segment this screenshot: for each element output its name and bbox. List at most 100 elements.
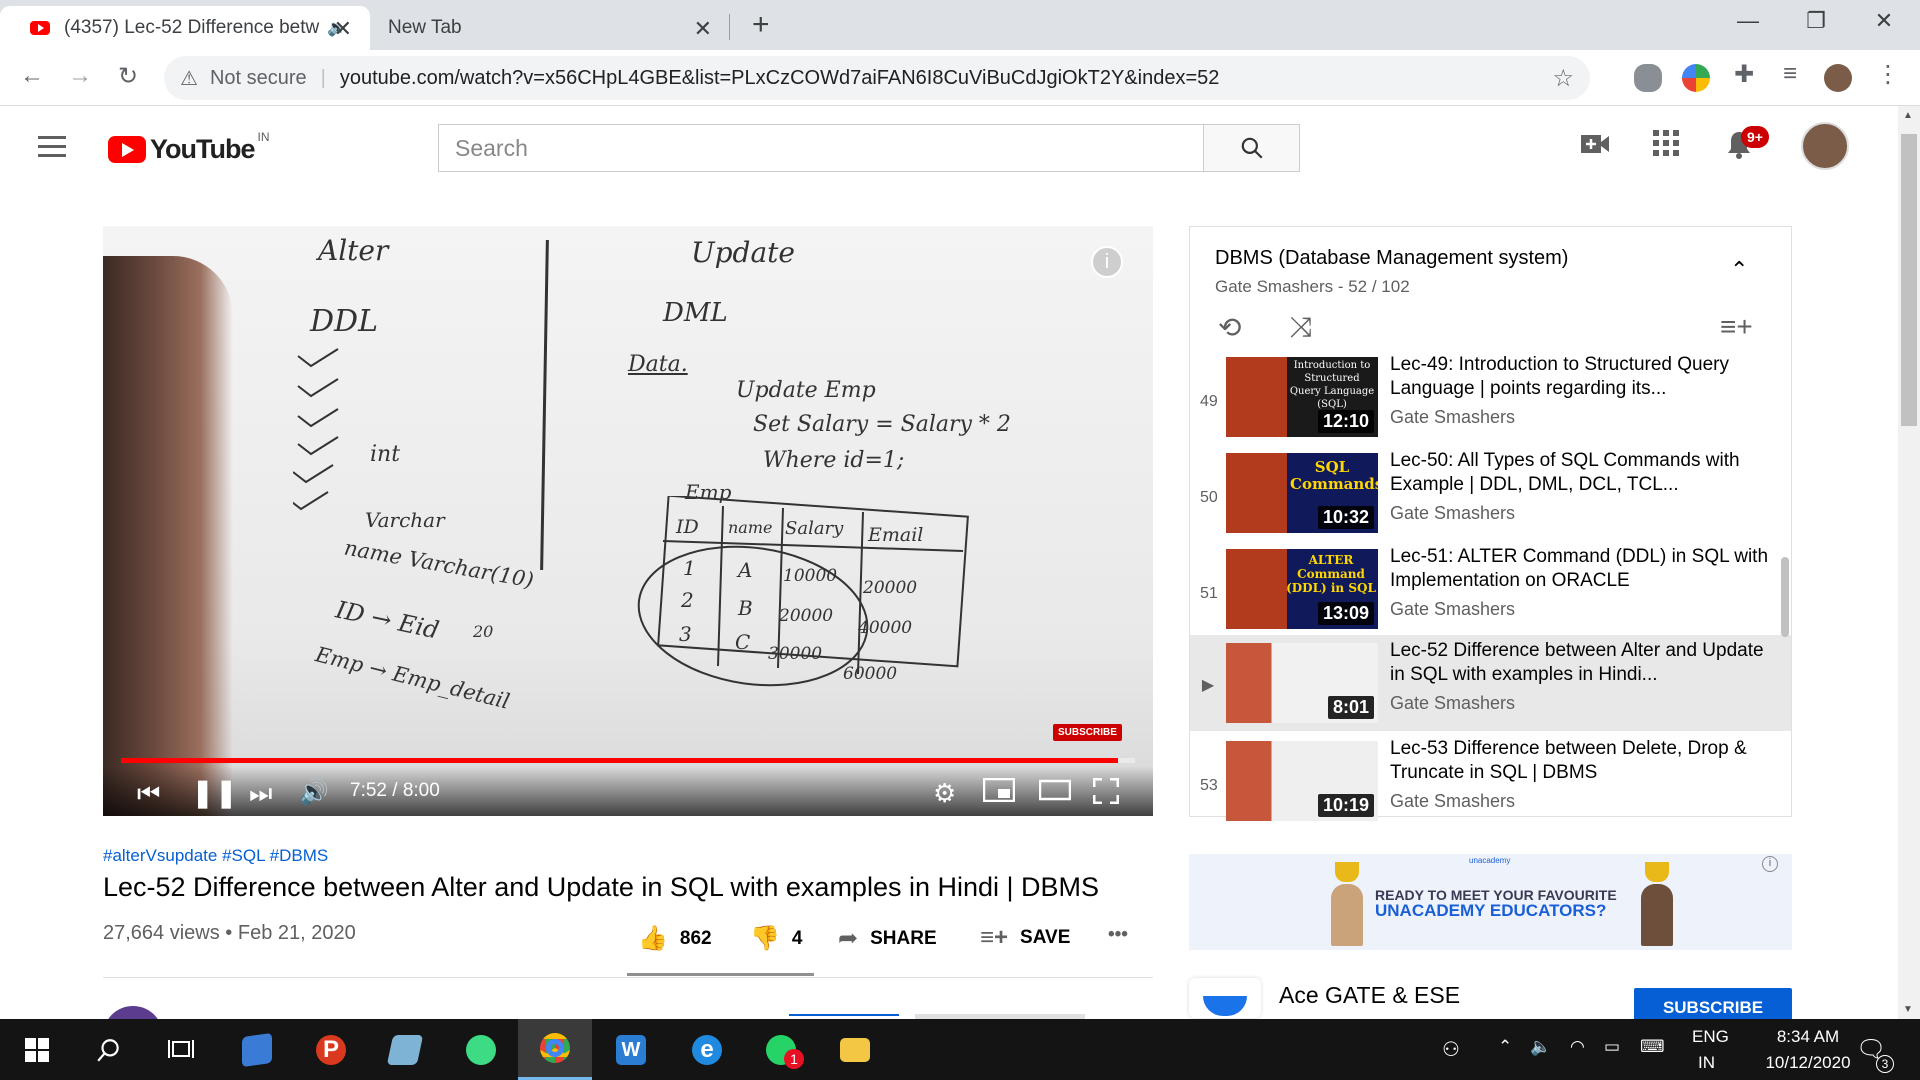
back-button[interactable]: ← [16,62,48,90]
speaker-icon[interactable]: 🔈 [1530,1037,1551,1057]
video-thumbnail[interactable]: 8:01 [1226,643,1378,723]
create-video-icon[interactable] [1580,130,1610,164]
clock-time[interactable]: 8:34 AM [1758,1027,1858,1047]
previous-video-icon[interactable]: ⏮ [137,778,160,810]
playlist-item[interactable]: 51 ALTER Command (DDL) in SQL 13:09 Lec-… [1190,546,1791,645]
youtube-logo[interactable]: YouTube IN [108,130,269,165]
channel-title[interactable]: Ace GATE & ESE [1279,982,1460,1009]
board-cell: A [738,558,753,582]
channel-avatar[interactable] [103,1006,163,1019]
playlist-add-icon[interactable]: ≡+ [1720,311,1753,343]
share-button[interactable]: ➦ SHARE [838,924,937,953]
task-view-icon[interactable] [144,1019,218,1080]
app-p-icon[interactable]: P [294,1019,368,1080]
video-info-icon[interactable]: i [1091,246,1123,278]
like-button[interactable]: 👍 862 [638,924,712,953]
scroll-down-arrow-icon[interactable]: ▼ [1903,1004,1913,1015]
new-tab-button[interactable]: + [752,8,770,42]
extension-globe-icon[interactable] [1682,64,1710,92]
extension-bug-icon[interactable] [1634,64,1662,92]
show-hidden-icons-chevron-icon[interactable]: ⌃ [1498,1037,1512,1057]
loop-playlist-icon[interactable]: ⟲ [1218,311,1241,344]
not-secure-icon[interactable]: ⚠ [180,66,198,91]
tab-youtube[interactable]: (4357) Lec-52 Difference betw 🔈 ✕ [0,6,370,50]
android-studio-icon[interactable] [444,1019,518,1080]
security-label[interactable]: Not secure [210,67,307,90]
profile-avatar[interactable] [1824,64,1852,92]
extensions-puzzle-icon[interactable]: ✚ [1728,60,1760,89]
video-thumbnail[interactable]: 10:19 [1226,741,1378,821]
video-thumbnail[interactable]: SQL Commands 10:32 [1226,453,1378,533]
file-explorer-icon[interactable] [818,1019,892,1080]
playlist-scrollbar[interactable] [1781,557,1789,637]
playlist-item-current[interactable]: ▶ 8:01 Lec-52 Difference between Alter a… [1190,635,1791,731]
playlist-item-channel: Gate Smashers [1390,791,1516,811]
language-top[interactable]: ENG [1692,1027,1729,1047]
battery-icon[interactable]: ▭ [1604,1037,1620,1057]
playlist-item[interactable]: 49 Introduction to Structured Query Lang… [1190,354,1791,453]
close-tab-icon[interactable]: ✕ [334,16,352,42]
apps-grid-icon[interactable] [1653,130,1679,164]
more-actions-button[interactable]: ••• [1108,924,1128,946]
board-emp-detail: Emp → Emp_detail [313,642,513,714]
fullscreen-icon[interactable] [1092,777,1120,811]
address-bar[interactable]: ⚠ Not secure | youtube.com/watch?v=x56CH… [164,56,1590,100]
word-icon[interactable]: W [594,1019,668,1080]
board-name-varchar: name Varchar(10) [342,535,536,593]
chrome-taskbar-icon[interactable] [518,1019,592,1080]
theater-mode-icon[interactable] [1038,778,1072,809]
save-button[interactable]: ≡+ SAVE [980,924,1070,952]
browser-menu-icon[interactable]: ⋮ [1872,60,1904,89]
search-input[interactable] [439,125,1203,171]
next-video-icon[interactable]: ⏭ [249,778,272,810]
channel-logo[interactable] [1189,978,1261,1018]
ad-info-icon[interactable]: i [1762,856,1778,872]
tab-new-tab[interactable]: New Tab ✕ [370,6,730,50]
start-button[interactable] [0,1019,74,1080]
forward-button[interactable]: → [64,62,96,90]
people-icon[interactable]: ⚇ [1442,1037,1460,1062]
search-button[interactable] [1203,125,1299,171]
subscribe-watermark[interactable]: SUBSCRIBE [1053,724,1122,741]
video-progress-bar[interactable] [121,758,1135,763]
video-hashtags[interactable]: #alterVsupdate #SQL #DBMS [103,846,328,866]
this-pc-icon[interactable] [220,1019,294,1080]
minimize-button[interactable]: — [1728,8,1768,34]
pause-icon[interactable]: ❚❚ [191,776,238,809]
ad-banner[interactable]: unacademy READY TO MEET YOUR FAVOURITE U… [1189,854,1792,950]
url-text[interactable]: youtube.com/watch?v=x56CHpL4GBE&list=PLx… [340,67,1220,90]
account-avatar[interactable] [1801,122,1849,170]
page-scrollbar[interactable]: ▲ ▼ [1898,106,1920,1019]
dislike-button[interactable]: 👎 4 [750,924,802,953]
language-bottom[interactable]: IN [1698,1053,1715,1073]
search-icon[interactable] [72,1019,146,1080]
app-blue-icon[interactable] [368,1019,442,1080]
settings-gear-icon[interactable]: ⚙ [933,778,956,809]
bookmark-star-icon[interactable]: ☆ [1552,64,1574,93]
join-button-edge[interactable] [789,1014,899,1016]
hamburger-menu-icon[interactable] [38,136,66,163]
media-control-icon[interactable]: ≡ [1774,60,1806,88]
video-player[interactable]: Alter DDL int Varchar name Varchar(10) 2… [103,226,1153,816]
edge-icon[interactable]: e [670,1019,744,1080]
whatsapp-icon[interactable]: 1 [744,1019,818,1080]
shuffle-icon[interactable]: ⤨ [1290,311,1312,344]
playlist-item[interactable]: 50 SQL Commands 10:32 Lec-50: All Types … [1190,450,1791,549]
video-thumbnail[interactable]: ALTER Command (DDL) in SQL 13:09 [1226,549,1378,629]
close-tab-icon[interactable]: ✕ [694,16,712,42]
scrollbar-thumb[interactable] [1901,134,1917,426]
ad-text: READY TO MEET YOUR FAVOURITE UNACADEMY E… [1375,887,1617,919]
playlist-title[interactable]: DBMS (Database Management system) [1215,247,1568,270]
keyboard-icon[interactable]: ⌨ [1640,1037,1665,1057]
close-window-button[interactable]: ✕ [1864,8,1904,34]
playlist-item[interactable]: 53 10:19 Lec-53 Difference between Delet… [1190,738,1791,837]
miniplayer-icon[interactable] [982,777,1016,809]
restore-button[interactable]: ❐ [1796,8,1836,34]
reload-button[interactable]: ↻ [112,62,144,91]
collapse-chevron-up-icon[interactable]: ⌃ [1730,257,1748,283]
wifi-icon[interactable]: ◠ [1570,1037,1585,1057]
volume-icon[interactable]: 🔊 [299,778,329,807]
thumbnail-caption: ALTER Command (DDL) in SQL [1286,553,1376,595]
scroll-up-arrow-icon[interactable]: ▲ [1903,110,1913,121]
video-thumbnail[interactable]: Introduction to Structured Query Languag… [1226,357,1378,437]
